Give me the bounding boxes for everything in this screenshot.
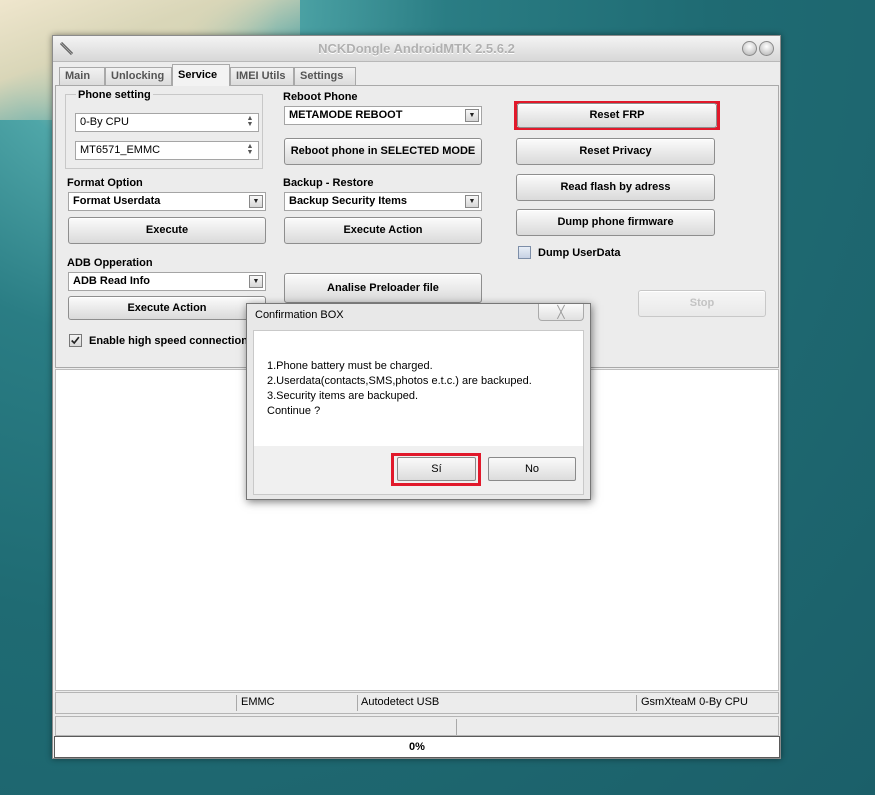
cpu-select[interactable]: 0-By CPU ▲ ▼	[75, 113, 259, 132]
stop-button[interactable]: Stop	[638, 290, 766, 317]
adb-operation-label: ADB Opperation	[67, 257, 153, 269]
chevron-down-icon[interactable]: ▼	[465, 109, 479, 122]
dump-userdata-checkbox[interactable]	[518, 246, 531, 259]
format-execute-button[interactable]: Execute	[68, 217, 266, 244]
tab-main[interactable]: Main	[59, 67, 105, 85]
phone-setting-label: Phone setting	[76, 89, 153, 101]
backup-execute-button[interactable]: Execute Action	[284, 217, 482, 244]
dialog-line: 3.Security items are backuped.	[267, 390, 419, 402]
model-value: MT6571_EMMC	[80, 144, 161, 156]
format-value: Format Userdata	[73, 195, 161, 207]
status-bar-secondary	[55, 716, 779, 736]
minimize-icon[interactable]	[742, 41, 757, 56]
dialog-close-icon[interactable]: ╳	[538, 304, 584, 321]
phone-setting-group: Phone setting 0-By CPU ▲ ▼ MT6571_EMMC ▲ ▼	[65, 89, 263, 169]
chevron-down-icon[interactable]: ▼	[249, 195, 263, 208]
reboot-select[interactable]: METAMODE REBOOT ▼	[284, 106, 482, 125]
tab-service[interactable]: Service	[172, 64, 230, 86]
status-divider	[357, 695, 358, 711]
reboot-mode-button[interactable]: Reboot phone in SELECTED MODE	[284, 138, 482, 165]
reboot-phone-label: Reboot Phone	[283, 91, 358, 103]
no-button[interactable]: No	[488, 457, 576, 481]
window-title: NCKDongle AndroidMTK 2.5.6.2	[318, 41, 515, 56]
chevron-down-icon[interactable]: ▼	[249, 275, 263, 288]
confirmation-dialog: Confirmation BOX ╳ 1.Phone battery must …	[246, 303, 591, 500]
dialog-message: 1.Phone battery must be charged. 2.Userd…	[254, 331, 583, 446]
backup-restore-label: Backup - Restore	[283, 177, 374, 189]
reboot-value: METAMODE REBOOT	[289, 109, 403, 121]
adb-execute-button[interactable]: Execute Action	[68, 296, 266, 320]
analise-preloader-button[interactable]: Analise Preloader file	[284, 273, 482, 303]
read-flash-button[interactable]: Read flash by adress	[516, 174, 715, 201]
status-divider	[636, 695, 637, 711]
reset-frp-button[interactable]: Reset FRP	[517, 103, 717, 128]
dialog-line: 1.Phone battery must be charged.	[267, 360, 433, 372]
dialog-title: Confirmation BOX	[255, 309, 344, 321]
status-divider	[456, 719, 457, 735]
adb-value: ADB Read Info	[73, 275, 150, 287]
status-bar: EMMC Autodetect USB GsmXteaM 0-By CPU	[55, 692, 779, 714]
checkmark-icon	[71, 336, 80, 345]
model-select[interactable]: MT6571_EMMC ▲ ▼	[75, 141, 259, 160]
spinner-icon[interactable]: ▲ ▼	[244, 115, 256, 129]
high-speed-checkbox[interactable]	[69, 334, 82, 347]
progress-label: 0%	[409, 741, 425, 753]
dump-firmware-button[interactable]: Dump phone firmware	[516, 209, 715, 236]
yes-button[interactable]: Sí	[397, 457, 476, 481]
tab-settings[interactable]: Settings	[294, 67, 356, 85]
reset-privacy-button[interactable]: Reset Privacy	[516, 138, 715, 165]
dialog-body: 1.Phone battery must be charged. 2.Userd…	[253, 330, 584, 495]
spinner-icon[interactable]: ▲ ▼	[244, 143, 256, 157]
format-option-label: Format Option	[67, 177, 143, 189]
status-user: GsmXteaM 0-By CPU	[641, 696, 748, 708]
dialog-line: 2.Userdata(contacts,SMS,photos e.t.c.) a…	[267, 375, 532, 387]
chevron-down-icon[interactable]: ▼	[465, 195, 479, 208]
dialog-line: Continue ?	[267, 405, 321, 417]
backup-value: Backup Security Items	[289, 195, 407, 207]
adb-select[interactable]: ADB Read Info ▼	[68, 272, 266, 291]
title-bar[interactable]: NCKDongle AndroidMTK 2.5.6.2	[53, 36, 780, 62]
progress-bar: 0%	[54, 736, 780, 758]
status-connection: Autodetect USB	[361, 696, 440, 708]
high-speed-label: Enable high speed connection	[89, 335, 248, 347]
status-storage: EMMC	[241, 696, 275, 708]
format-select[interactable]: Format Userdata ▼	[68, 192, 266, 211]
cpu-value: 0-By CPU	[80, 116, 129, 128]
status-divider	[236, 695, 237, 711]
close-icon[interactable]	[759, 41, 774, 56]
backup-select[interactable]: Backup Security Items ▼	[284, 192, 482, 211]
tab-imei-utils[interactable]: IMEI Utils	[230, 67, 294, 85]
dump-userdata-label: Dump UserData	[538, 247, 621, 259]
tab-unlocking[interactable]: Unlocking	[105, 67, 172, 85]
